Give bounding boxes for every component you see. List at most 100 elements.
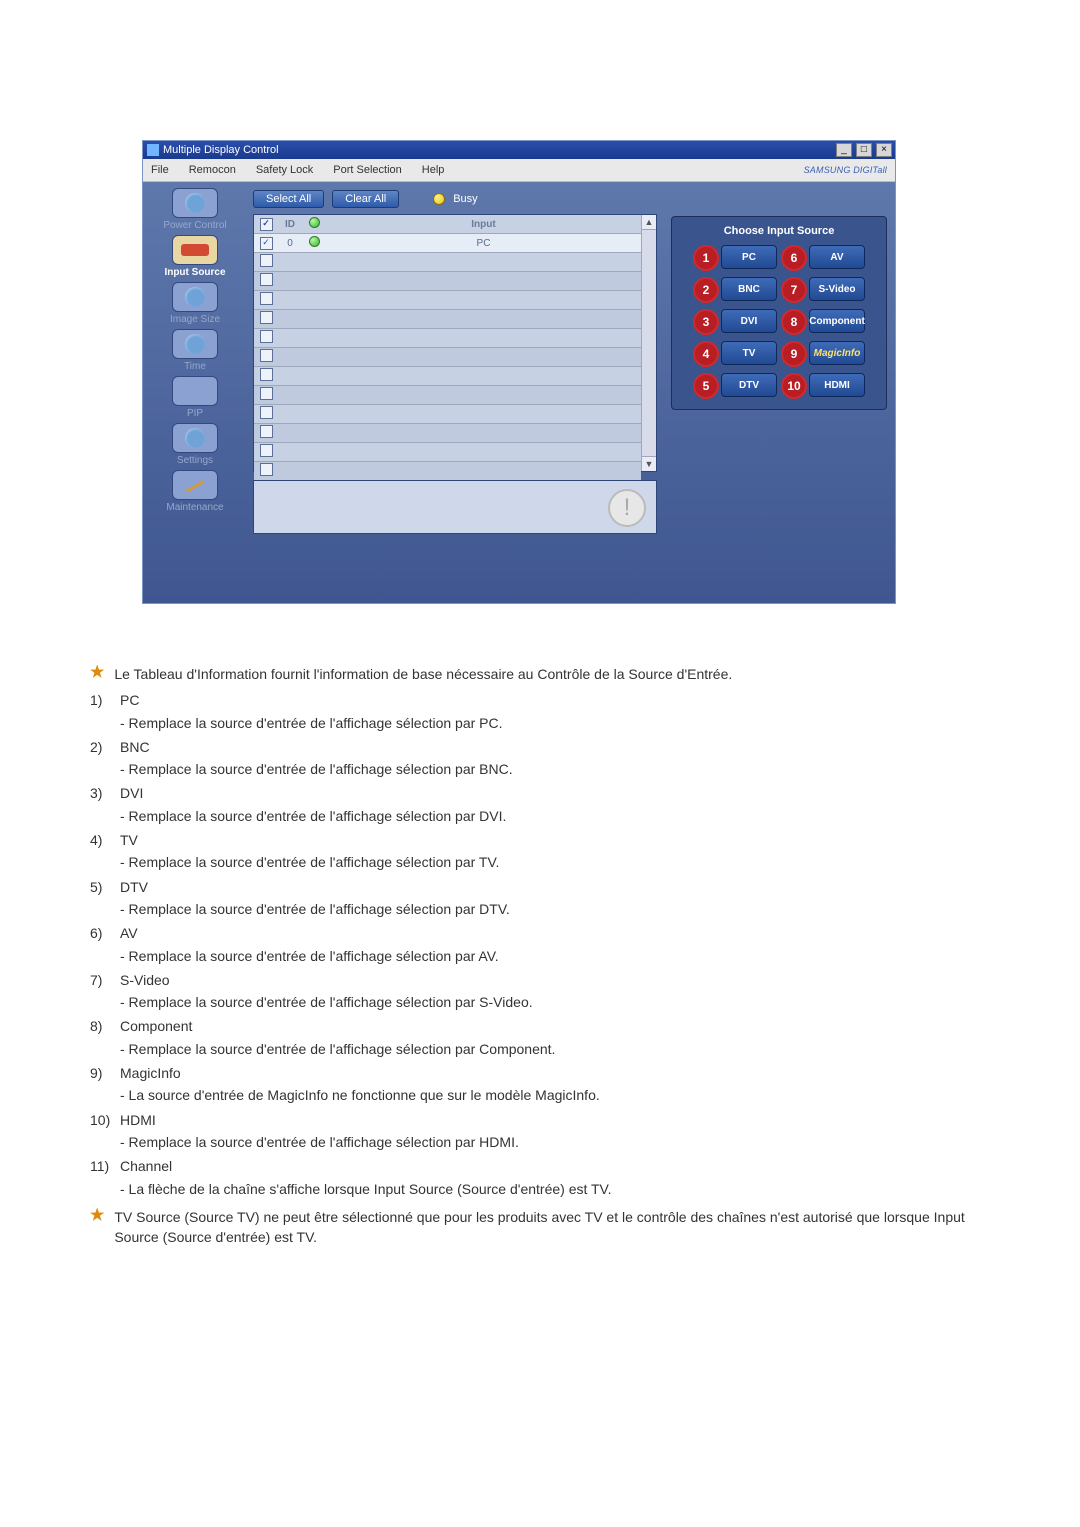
row-checkbox[interactable] xyxy=(260,254,273,267)
table-row[interactable]: 0 PC xyxy=(254,234,641,253)
pip-icon xyxy=(172,376,218,406)
sidebar-item-power-control[interactable]: Power Control xyxy=(152,188,238,231)
brand-label: SAMSUNG DIGITall xyxy=(804,165,887,175)
close-button[interactable]: × xyxy=(876,143,892,157)
table-row[interactable] xyxy=(254,291,641,310)
maintenance-icon xyxy=(172,470,218,500)
menu-help[interactable]: Help xyxy=(422,164,445,176)
row-checkbox[interactable] xyxy=(260,273,273,286)
sidebar-item-input-source[interactable]: Input Source xyxy=(152,235,238,278)
menu-file[interactable]: File xyxy=(151,164,169,176)
select-all-button[interactable]: Select All xyxy=(253,190,324,208)
main-panel: Select All Clear All Busy IDInput0PC ▲ ▼… xyxy=(247,182,663,603)
table-row[interactable] xyxy=(254,272,641,291)
select-all-checkbox[interactable] xyxy=(260,218,273,231)
sidebar-label: Image Size xyxy=(170,314,220,325)
row-input: PC xyxy=(326,238,641,249)
desc-sub: - Remplace la source d'entrée de l'affic… xyxy=(120,759,990,779)
row-checkbox[interactable] xyxy=(260,368,273,381)
desc-item: 9)MagicInfo- La source d'entrée de Magic… xyxy=(90,1063,990,1106)
source-button-bnc[interactable]: BNC xyxy=(721,277,777,301)
row-checkbox[interactable] xyxy=(260,237,273,250)
desc-num: 1) xyxy=(90,690,120,710)
desc-num: 5) xyxy=(90,877,120,897)
table-row[interactable] xyxy=(254,405,641,424)
table-row[interactable] xyxy=(254,329,641,348)
sidebar-item-pip[interactable]: PIP xyxy=(152,376,238,419)
source-button-s-video[interactable]: S-Video xyxy=(809,277,865,301)
table-row[interactable] xyxy=(254,310,641,329)
table-row[interactable] xyxy=(254,443,641,462)
source-button-component[interactable]: Component xyxy=(809,309,865,333)
minimize-button[interactable]: _ xyxy=(836,143,852,157)
image-size-icon xyxy=(172,282,218,312)
row-checkbox[interactable] xyxy=(260,425,273,438)
table-row[interactable] xyxy=(254,348,641,367)
intro-text: Le Tableau d'Information fournit l'infor… xyxy=(114,664,732,684)
maximize-button[interactable]: □ xyxy=(856,143,872,157)
table-row[interactable] xyxy=(254,386,641,405)
footnote-text: TV Source (Source TV) ne peut être sélec… xyxy=(114,1207,990,1248)
clear-all-button[interactable]: Clear All xyxy=(332,190,399,208)
table-row[interactable] xyxy=(254,367,641,386)
menu-port-selection[interactable]: Port Selection xyxy=(333,164,401,176)
source-button-av[interactable]: AV xyxy=(809,245,865,269)
row-checkbox[interactable] xyxy=(260,311,273,324)
table-scrollbar[interactable]: ▲ ▼ xyxy=(641,215,656,471)
table-row[interactable] xyxy=(254,424,641,443)
row-checkbox[interactable] xyxy=(260,406,273,419)
row-checkbox[interactable] xyxy=(260,292,273,305)
sidebar-item-settings[interactable]: Settings xyxy=(152,423,238,466)
source-button-tv[interactable]: TV xyxy=(721,341,777,365)
source-button-dvi[interactable]: DVI xyxy=(721,309,777,333)
sidebar-item-image-size[interactable]: Image Size xyxy=(152,282,238,325)
description-block: ★ Le Tableau d'Information fournit l'inf… xyxy=(90,664,990,1247)
row-checkbox[interactable] xyxy=(260,330,273,343)
desc-title: TV xyxy=(120,830,990,850)
source-button-hdmi[interactable]: HDMI xyxy=(809,373,865,397)
row-checkbox[interactable] xyxy=(260,444,273,457)
desc-sub: - Remplace la source d'entrée de l'affic… xyxy=(120,1039,990,1059)
scroll-down-icon[interactable]: ▼ xyxy=(642,456,656,471)
source-number-badge: 3 xyxy=(693,309,719,335)
desc-sub: - Remplace la source d'entrée de l'affic… xyxy=(120,992,990,1012)
desc-title: S-Video xyxy=(120,970,990,990)
row-checkbox[interactable] xyxy=(260,387,273,400)
sidebar-label: Power Control xyxy=(163,220,226,231)
desc-item: 1)PC - Remplace la source d'entrée de l'a… xyxy=(90,690,990,733)
display-table: IDInput0PC ▲ ▼ xyxy=(253,214,657,472)
sidebar-label: Settings xyxy=(177,455,213,466)
source-button-dtv[interactable]: DTV xyxy=(721,373,777,397)
col-id: ID xyxy=(278,219,302,230)
source-number-badge: 5 xyxy=(693,373,719,399)
window-titlebar[interactable]: Multiple Display Control _ □ × xyxy=(143,141,895,159)
sidebar-label: Input Source xyxy=(164,267,225,278)
desc-sub: - La flèche de la chaîne s'affiche lorsq… xyxy=(120,1179,990,1199)
sidebar: Power Control Input Source Image Size Ti… xyxy=(143,182,247,603)
table-row[interactable] xyxy=(254,253,641,272)
scroll-up-icon[interactable]: ▲ xyxy=(642,215,656,230)
desc-sub: - Remplace la source d'entrée de l'affic… xyxy=(120,713,990,733)
desc-title: PC xyxy=(120,690,990,710)
source-button-pc[interactable]: PC xyxy=(721,245,777,269)
sidebar-item-time[interactable]: Time xyxy=(152,329,238,372)
table-row[interactable] xyxy=(254,462,641,481)
desc-title: HDMI xyxy=(120,1110,990,1130)
sidebar-item-maintenance[interactable]: Maintenance xyxy=(152,470,238,513)
menu-remocon[interactable]: Remocon xyxy=(189,164,236,176)
desc-item: 8)Component- Remplace la source d'entrée… xyxy=(90,1016,990,1059)
row-checkbox[interactable] xyxy=(260,349,273,362)
warning-icon: ! xyxy=(608,489,646,527)
desc-sub: - Remplace la source d'entrée de l'affic… xyxy=(120,1132,990,1152)
menu-safety-lock[interactable]: Safety Lock xyxy=(256,164,313,176)
choose-source-panel: Choose Input Source 1PC6AV2BNC7S-Video3D… xyxy=(663,182,895,603)
row-id: 0 xyxy=(278,238,302,249)
source-number-badge: 2 xyxy=(693,277,719,303)
desc-item: 6)AV- Remplace la source d'entrée de l'a… xyxy=(90,923,990,966)
desc-item: 11)Channel- La flèche de la chaîne s'aff… xyxy=(90,1156,990,1199)
row-checkbox[interactable] xyxy=(260,463,273,476)
workspace: Power Control Input Source Image Size Ti… xyxy=(143,182,895,603)
desc-num: 7) xyxy=(90,970,120,990)
source-button-magicinfo[interactable]: MagicInfo xyxy=(809,341,865,365)
desc-title: DTV xyxy=(120,877,990,897)
